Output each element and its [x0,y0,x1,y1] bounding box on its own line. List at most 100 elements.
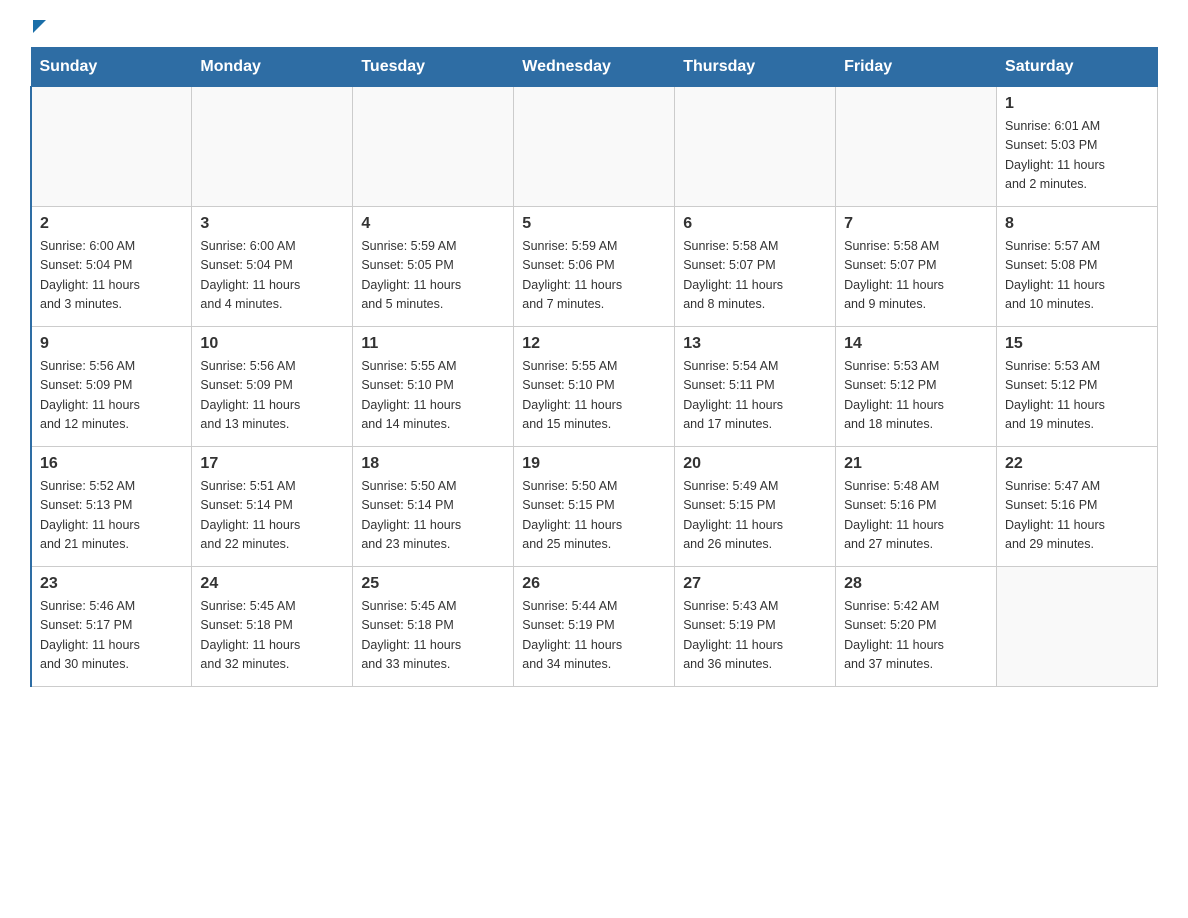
calendar-week-4: 16 Sunrise: 5:52 AMSunset: 5:13 PMDayligh… [31,447,1158,567]
calendar-cell: 27 Sunrise: 5:43 AMSunset: 5:19 PMDayligh… [675,567,836,687]
day-number: 3 [200,215,344,233]
day-info: Sunrise: 5:59 AMSunset: 5:05 PMDaylight:… [361,237,505,315]
calendar-cell: 16 Sunrise: 5:52 AMSunset: 5:13 PMDayligh… [31,447,192,567]
day-info: Sunrise: 5:57 AMSunset: 5:08 PMDaylight:… [1005,237,1149,315]
day-number: 2 [40,215,183,233]
calendar-cell: 14 Sunrise: 5:53 AMSunset: 5:12 PMDayligh… [836,327,997,447]
calendar-cell [836,87,997,207]
day-info: Sunrise: 5:51 AMSunset: 5:14 PMDaylight:… [200,477,344,555]
day-info: Sunrise: 5:56 AMSunset: 5:09 PMDaylight:… [200,357,344,435]
day-info: Sunrise: 5:56 AMSunset: 5:09 PMDaylight:… [40,357,183,435]
calendar-cell [514,87,675,207]
weekday-header-saturday: Saturday [997,48,1158,87]
day-info: Sunrise: 5:53 AMSunset: 5:12 PMDaylight:… [844,357,988,435]
day-number: 15 [1005,335,1149,353]
calendar-cell: 25 Sunrise: 5:45 AMSunset: 5:18 PMDayligh… [353,567,514,687]
calendar-cell: 6Sunrise: 5:58 AMSunset: 5:07 PMDaylight… [675,207,836,327]
calendar-cell: 5Sunrise: 5:59 AMSunset: 5:06 PMDaylight… [514,207,675,327]
day-number: 17 [200,455,344,473]
calendar-header: SundayMondayTuesdayWednesdayThursdayFrid… [31,48,1158,87]
day-number: 11 [361,335,505,353]
calendar-cell: 1Sunrise: 6:01 AMSunset: 5:03 PMDaylight… [997,87,1158,207]
calendar-cell: 10 Sunrise: 5:56 AMSunset: 5:09 PMDayligh… [192,327,353,447]
day-info: Sunrise: 5:45 AMSunset: 5:18 PMDaylight:… [200,597,344,675]
weekday-header-friday: Friday [836,48,997,87]
calendar-week-1: 1Sunrise: 6:01 AMSunset: 5:03 PMDaylight… [31,87,1158,207]
calendar-cell: 21 Sunrise: 5:48 AMSunset: 5:16 PMDayligh… [836,447,997,567]
day-info: Sunrise: 6:00 AMSunset: 5:04 PMDaylight:… [40,237,183,315]
weekday-header-thursday: Thursday [675,48,836,87]
day-info: Sunrise: 5:58 AMSunset: 5:07 PMDaylight:… [683,237,827,315]
day-number: 16 [40,455,183,473]
day-info: Sunrise: 5:42 AMSunset: 5:20 PMDaylight:… [844,597,988,675]
calendar-body: 1Sunrise: 6:01 AMSunset: 5:03 PMDaylight… [31,87,1158,687]
calendar-cell: 8 Sunrise: 5:57 AMSunset: 5:08 PMDaylight… [997,207,1158,327]
day-number: 8 [1005,215,1149,233]
day-info: Sunrise: 5:50 AMSunset: 5:15 PMDaylight:… [522,477,666,555]
day-number: 19 [522,455,666,473]
day-info: Sunrise: 5:45 AMSunset: 5:18 PMDaylight:… [361,597,505,675]
calendar-cell: 3Sunrise: 6:00 AMSunset: 5:04 PMDaylight… [192,207,353,327]
calendar-cell [997,567,1158,687]
day-number: 25 [361,575,505,593]
logo-text [30,20,46,33]
day-number: 5 [522,215,666,233]
page-header [30,20,1158,29]
calendar-cell: 28 Sunrise: 5:42 AMSunset: 5:20 PMDayligh… [836,567,997,687]
day-number: 13 [683,335,827,353]
calendar-cell [192,87,353,207]
calendar-cell: 24 Sunrise: 5:45 AMSunset: 5:18 PMDayligh… [192,567,353,687]
day-number: 21 [844,455,988,473]
day-info: Sunrise: 5:50 AMSunset: 5:14 PMDaylight:… [361,477,505,555]
weekday-header-monday: Monday [192,48,353,87]
day-number: 28 [844,575,988,593]
calendar-cell: 17 Sunrise: 5:51 AMSunset: 5:14 PMDayligh… [192,447,353,567]
day-info: Sunrise: 5:53 AMSunset: 5:12 PMDaylight:… [1005,357,1149,435]
calendar-cell: 9Sunrise: 5:56 AMSunset: 5:09 PMDaylight… [31,327,192,447]
calendar-week-3: 9Sunrise: 5:56 AMSunset: 5:09 PMDaylight… [31,327,1158,447]
weekday-header-sunday: Sunday [31,48,192,87]
calendar-cell: 20Sunrise: 5:49 AMSunset: 5:15 PMDayligh… [675,447,836,567]
weekday-header-wednesday: Wednesday [514,48,675,87]
logo [30,20,46,29]
day-info: Sunrise: 5:55 AMSunset: 5:10 PMDaylight:… [361,357,505,435]
calendar-cell [353,87,514,207]
day-info: Sunrise: 5:47 AMSunset: 5:16 PMDaylight:… [1005,477,1149,555]
calendar-week-2: 2 Sunrise: 6:00 AMSunset: 5:04 PMDaylight… [31,207,1158,327]
day-info: Sunrise: 5:54 AMSunset: 5:11 PMDaylight:… [683,357,827,435]
day-info: Sunrise: 5:55 AMSunset: 5:10 PMDaylight:… [522,357,666,435]
logo-arrow-icon [33,20,46,33]
calendar-cell: 11 Sunrise: 5:55 AMSunset: 5:10 PMDayligh… [353,327,514,447]
calendar-cell: 18 Sunrise: 5:50 AMSunset: 5:14 PMDayligh… [353,447,514,567]
calendar-cell: 13 Sunrise: 5:54 AMSunset: 5:11 PMDayligh… [675,327,836,447]
day-number: 4 [361,215,505,233]
day-number: 14 [844,335,988,353]
calendar-cell: 23Sunrise: 5:46 AMSunset: 5:17 PMDayligh… [31,567,192,687]
calendar-cell: 4 Sunrise: 5:59 AMSunset: 5:05 PMDaylight… [353,207,514,327]
weekday-row: SundayMondayTuesdayWednesdayThursdayFrid… [31,48,1158,87]
day-info: Sunrise: 5:49 AMSunset: 5:15 PMDaylight:… [683,477,827,555]
day-number: 24 [200,575,344,593]
calendar-table: SundayMondayTuesdayWednesdayThursdayFrid… [30,47,1158,687]
calendar-cell: 2 Sunrise: 6:00 AMSunset: 5:04 PMDaylight… [31,207,192,327]
day-info: Sunrise: 5:52 AMSunset: 5:13 PMDaylight:… [40,477,183,555]
day-info: Sunrise: 5:48 AMSunset: 5:16 PMDaylight:… [844,477,988,555]
day-info: Sunrise: 5:58 AMSunset: 5:07 PMDaylight:… [844,237,988,315]
day-number: 18 [361,455,505,473]
calendar-cell: 15 Sunrise: 5:53 AMSunset: 5:12 PMDayligh… [997,327,1158,447]
day-number: 12 [522,335,666,353]
day-number: 22 [1005,455,1149,473]
day-number: 27 [683,575,827,593]
day-number: 26 [522,575,666,593]
calendar-cell: 7 Sunrise: 5:58 AMSunset: 5:07 PMDaylight… [836,207,997,327]
day-number: 1 [1005,95,1149,113]
day-info: Sunrise: 5:46 AMSunset: 5:17 PMDaylight:… [40,597,183,675]
day-number: 10 [200,335,344,353]
day-info: Sunrise: 5:44 AMSunset: 5:19 PMDaylight:… [522,597,666,675]
calendar-cell [31,87,192,207]
day-number: 7 [844,215,988,233]
calendar-week-5: 23Sunrise: 5:46 AMSunset: 5:17 PMDayligh… [31,567,1158,687]
calendar-cell: 12 Sunrise: 5:55 AMSunset: 5:10 PMDayligh… [514,327,675,447]
day-info: Sunrise: 5:43 AMSunset: 5:19 PMDaylight:… [683,597,827,675]
calendar-cell [675,87,836,207]
